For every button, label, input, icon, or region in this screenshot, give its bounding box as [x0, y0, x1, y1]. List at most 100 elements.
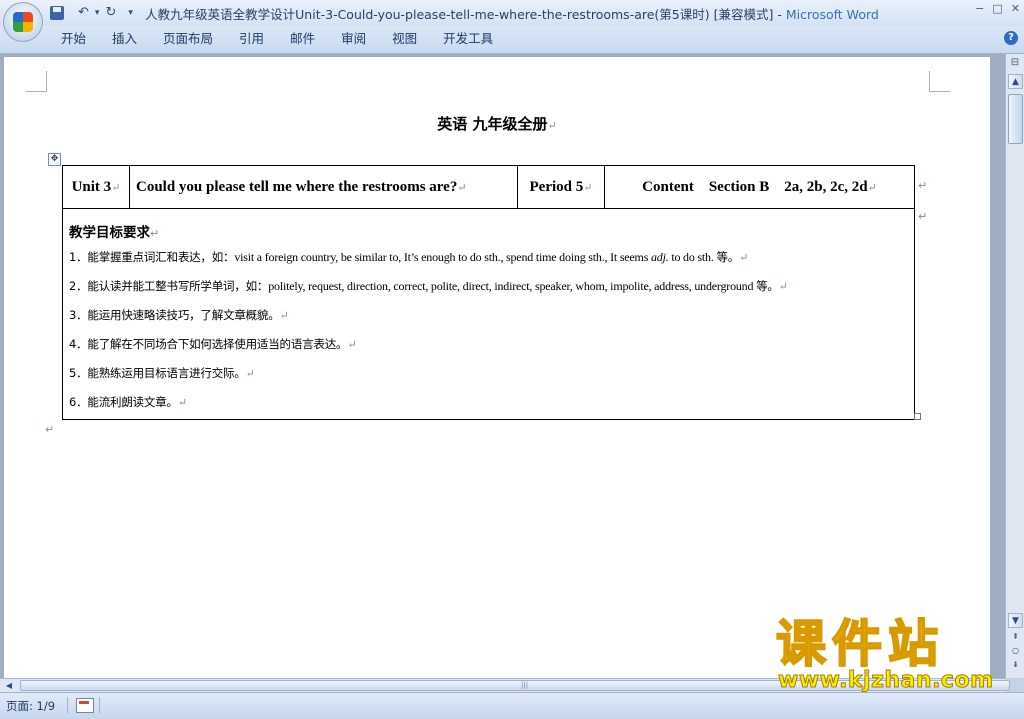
goal-zh: 能掌握重点词汇和表达，如：: [87, 250, 235, 264]
window-title: 人教九年级英语全教学设计Unit-3-Could-you-please-tell…: [0, 4, 1024, 23]
goal-number: 3．: [69, 308, 88, 322]
goal-item: 5．能熟练运用目标语言进行交际。↵: [69, 365, 908, 382]
goal-zh: 能熟练运用目标语言进行交际。: [87, 366, 246, 380]
scroll-grip: |||: [521, 681, 529, 689]
paragraph-mark: ↵: [177, 397, 187, 409]
title-separator: -: [773, 7, 786, 22]
period-cell[interactable]: Period 5↵: [517, 165, 605, 209]
watermark: 课件站 www.kjzhan.com: [775, 615, 1006, 696]
paragraph-mark: ↵: [867, 181, 877, 194]
paragraph-mark: ↵: [111, 181, 121, 194]
proofing-status-icon[interactable]: [76, 698, 94, 713]
ribbon: 开始 插入 页面布局 引用 邮件 审阅 视图 开发工具 ?: [0, 26, 1024, 54]
document-title: 人教九年级英语全教学设计Unit-3-Could-you-please-tell…: [145, 7, 774, 22]
goals-title: 教学目标要求↵: [69, 221, 908, 241]
restore-button[interactable]: □: [992, 2, 1002, 15]
goal-zh2: 等。: [756, 279, 779, 293]
tab-home[interactable]: 开始: [48, 30, 99, 48]
goal-zh: 能运用快速略读技巧，了解文章概貌。: [87, 308, 280, 322]
next-page-icon[interactable]: ⇟: [1009, 659, 1022, 671]
row-end-mark: ↵: [918, 210, 928, 223]
app-name: Microsoft Word: [785, 7, 879, 22]
paragraph-mark: ↵: [279, 310, 289, 322]
goal-zh: 能认读并能工整书写所学单词，如：: [87, 279, 269, 293]
goal-zh: 能流利朗读文章。: [87, 395, 178, 409]
content-cell[interactable]: Content Section B 2a, 2b, 2c, 2d↵: [604, 165, 915, 209]
table-header-row: Unit 3↵ Could you please tell me where t…: [62, 165, 915, 209]
close-button[interactable]: ✕: [1011, 2, 1020, 15]
paragraph-mark: ↵: [583, 181, 593, 194]
minimize-button[interactable]: −: [975, 2, 984, 15]
paragraph-mark: ↵: [778, 281, 788, 293]
margin-corner-top-left: [26, 71, 47, 92]
vertical-scroll-thumb[interactable]: [1008, 94, 1023, 144]
goal-item: 4．能了解在不同场合下如何选择使用适当的语言表达。↵: [69, 336, 908, 353]
goal-item: 6．能流利朗读文章。↵: [69, 394, 908, 411]
watermark-logo-text: 课件站: [775, 615, 944, 673]
table-move-handle-icon[interactable]: ✥: [48, 153, 61, 166]
goal-em: adj.: [650, 250, 669, 264]
lesson-title-text: Could you please tell me where the restr…: [136, 178, 458, 195]
page-number-status[interactable]: 页面: 1/9: [6, 698, 55, 714]
goal-number: 5．: [69, 366, 88, 380]
title-bar: ↶ ▾ ↻ ▾ 人教九年级英语全教学设计Unit-3-Could-you-ple…: [0, 0, 1024, 26]
tab-references[interactable]: 引用: [226, 30, 277, 48]
paragraph-mark: ↵: [547, 119, 557, 132]
scroll-left-button[interactable]: ◀: [2, 679, 16, 693]
document-heading: 英语 九年级全册↵: [4, 113, 990, 134]
goal-number: 4．: [69, 337, 88, 351]
document-area: 英语 九年级全册↵ ✥ Unit 3↵ Could you please tel…: [0, 54, 1005, 678]
goal-en: visit a foreign country, be similar to, …: [234, 250, 651, 264]
lesson-table: Unit 3↵ Could you please tell me where t…: [62, 165, 915, 420]
goal-en: politely, request, direction, correct, p…: [268, 279, 757, 293]
paragraph-mark: ↵: [150, 227, 160, 240]
goals-cell[interactable]: 教学目标要求↵ 1．能掌握重点词汇和表达，如：visit a foreign c…: [62, 208, 915, 420]
view-ruler-icon[interactable]: ⊟: [1008, 57, 1022, 71]
goal-item: 3．能运用快速略读技巧，了解文章概貌。↵: [69, 307, 908, 324]
window-controls: − □ ✕: [975, 2, 1020, 15]
document-page[interactable]: 英语 九年级全册↵ ✥ Unit 3↵ Could you please tel…: [4, 57, 990, 678]
goal-en2: to do sth.: [668, 250, 717, 264]
previous-page-icon[interactable]: ⇞: [1009, 631, 1022, 643]
tab-review[interactable]: 审阅: [328, 30, 379, 48]
goal-zh2: 等。: [716, 250, 740, 264]
paragraph-mark: ↵: [457, 181, 467, 194]
goal-number: 6．: [69, 395, 88, 409]
unit-text: Unit 3: [71, 178, 112, 195]
content-text: Content Section B 2a, 2b, 2c, 2d: [642, 178, 868, 195]
paragraph-mark: ↵: [45, 423, 55, 436]
office-button[interactable]: [3, 2, 43, 42]
table-resize-handle[interactable]: [914, 413, 921, 420]
ribbon-tabs: 开始 插入 页面布局 引用 邮件 审阅 视图 开发工具: [48, 30, 506, 48]
tab-developer[interactable]: 开发工具: [430, 30, 506, 48]
status-bar: 页面: 1/9: [0, 692, 1024, 719]
status-divider: [67, 697, 68, 713]
lesson-title-cell[interactable]: Could you please tell me where the restr…: [129, 165, 518, 209]
paragraph-mark: ↵: [347, 339, 357, 351]
unit-cell[interactable]: Unit 3↵: [62, 165, 130, 209]
heading-text: 英语 九年级全册: [437, 115, 548, 133]
goal-item: 1．能掌握重点词汇和表达，如：visit a foreign country, …: [69, 249, 908, 266]
tab-mailings[interactable]: 邮件: [277, 30, 328, 48]
goal-number: 2．: [69, 279, 88, 293]
vertical-scrollbar[interactable]: ⊟ ▲ ▼ ⇞ ○ ⇟: [1005, 54, 1024, 678]
period-text: Period 5: [529, 178, 584, 195]
goal-item: 2．能认读并能工整书写所学单词，如：politely, request, dir…: [69, 278, 908, 295]
scroll-down-button[interactable]: ▼: [1008, 613, 1023, 628]
help-icon[interactable]: ?: [1004, 31, 1018, 45]
status-divider: [99, 697, 100, 713]
tab-page-layout[interactable]: 页面布局: [150, 30, 226, 48]
tab-view[interactable]: 视图: [379, 30, 430, 48]
table-body-row: 教学目标要求↵ 1．能掌握重点词汇和表达，如：visit a foreign c…: [62, 208, 915, 420]
goal-zh: 能了解在不同场合下如何选择使用适当的语言表达。: [87, 337, 348, 351]
office-logo-icon: [13, 12, 33, 32]
tab-insert[interactable]: 插入: [99, 30, 150, 48]
goal-number: 1．: [69, 250, 88, 264]
margin-corner-top-right: [929, 71, 950, 92]
select-browse-object-icon[interactable]: ○: [1009, 645, 1022, 657]
paragraph-mark: ↵: [739, 252, 749, 264]
scroll-up-button[interactable]: ▲: [1008, 74, 1023, 89]
goals-title-text: 教学目标要求: [69, 225, 150, 241]
watermark-url: www.kjzhan.com: [778, 668, 994, 694]
row-end-mark: ↵: [918, 179, 928, 192]
